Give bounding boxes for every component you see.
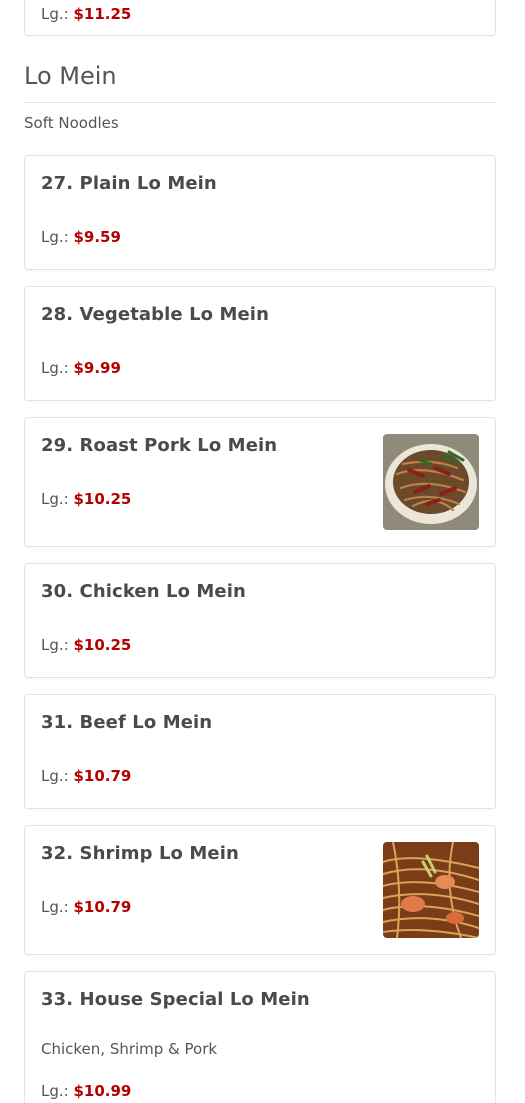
price-value: $10.25 (73, 636, 132, 654)
price-row: Lg.: $9.99 (41, 359, 121, 377)
price-size-label: Lg.: (41, 636, 69, 654)
menu-item-title: 32. Shrimp Lo Mein (41, 843, 239, 864)
section-divider (24, 102, 496, 103)
menu-item-card[interactable]: 32. Shrimp Lo Mein Lg.: $10.79 (24, 825, 496, 955)
roast-pork-lo-mein-photo[interactable] (383, 434, 479, 530)
menu-item-title: 28. Vegetable Lo Mein (41, 304, 269, 325)
menu-item-title: 29. Roast Pork Lo Mein (41, 435, 278, 456)
menu-item-title: 33. House Special Lo Mein (41, 989, 310, 1010)
price-size-label: Lg.: (41, 898, 69, 916)
menu-item-card-previous[interactable]: Lg.: $11.25 (24, 0, 496, 36)
price-row: Lg.: $9.59 (41, 228, 121, 246)
menu-item-title: 31. Beef Lo Mein (41, 712, 213, 733)
menu-item-card[interactable]: 31. Beef Lo Mein Lg.: $10.79 (24, 694, 496, 809)
price-size-label: Lg.: (41, 5, 69, 23)
price-value: $10.99 (73, 1082, 132, 1100)
price-size-label: Lg.: (41, 490, 69, 508)
price-row: Lg.: $10.99 (41, 1082, 131, 1100)
price-row: Lg.: $10.79 (41, 767, 131, 785)
price-row: Lg.: $10.25 (41, 490, 131, 508)
menu-item-card[interactable]: 30. Chicken Lo Mein Lg.: $10.25 (24, 563, 496, 678)
menu-item-card[interactable]: 28. Vegetable Lo Mein Lg.: $9.99 (24, 286, 496, 401)
price-size-label: Lg.: (41, 359, 69, 377)
price-value: $11.25 (73, 5, 132, 23)
price-size-label: Lg.: (41, 1082, 69, 1100)
menu-item-title: 30. Chicken Lo Mein (41, 581, 246, 602)
price-row: Lg.: $10.25 (41, 636, 131, 654)
section-subtitle: Soft Noodles (24, 114, 119, 132)
price-row: Lg.: $11.25 (41, 5, 131, 23)
menu-item-title: 27. Plain Lo Mein (41, 173, 217, 194)
shrimp-lo-mein-photo[interactable] (383, 842, 479, 938)
menu-item-card[interactable]: 29. Roast Pork Lo Mein Lg.: $10.25 (24, 417, 496, 547)
price-row: Lg.: $10.79 (41, 898, 131, 916)
menu-item-card[interactable]: 27. Plain Lo Mein Lg.: $9.59 (24, 155, 496, 270)
section-title: Lo Mein (24, 62, 117, 90)
price-size-label: Lg.: (41, 767, 69, 785)
price-value: $10.79 (73, 898, 132, 916)
price-size-label: Lg.: (41, 228, 69, 246)
price-value: $10.25 (73, 490, 132, 508)
menu-item-card[interactable]: 33. House Special Lo Mein Chicken, Shrim… (24, 971, 496, 1103)
menu-item-description: Chicken, Shrimp & Pork (41, 1040, 218, 1058)
price-value: $10.79 (73, 767, 132, 785)
price-value: $9.99 (73, 359, 121, 377)
price-value: $9.59 (73, 228, 121, 246)
